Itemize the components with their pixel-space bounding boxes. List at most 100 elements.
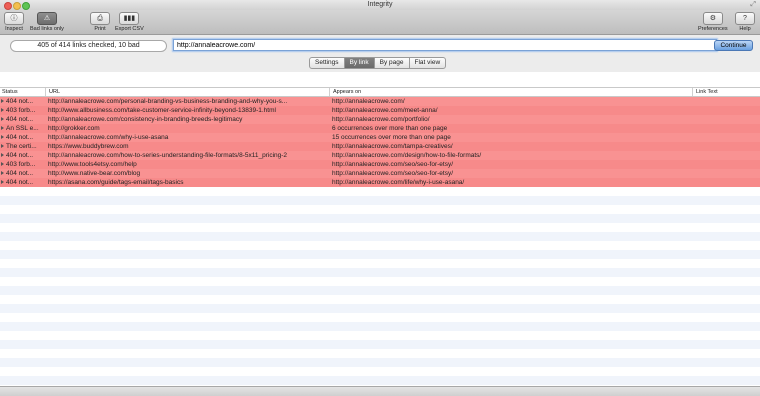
status-cell: 404 not... bbox=[1, 97, 45, 106]
disclosure-triangle-icon[interactable] bbox=[1, 135, 4, 140]
close-window-button[interactable] bbox=[4, 2, 12, 10]
disclosure-triangle-icon[interactable] bbox=[1, 99, 4, 104]
appears-on-cell: http://annaleacrowe.com/portfolio/ bbox=[332, 116, 430, 123]
scan-status: 405 of 414 links checked, 10 bad bbox=[10, 40, 167, 52]
appears-on-cell: http://annaleacrowe.com/ bbox=[332, 98, 405, 105]
view-tabs: Settings By link By page Flat view bbox=[309, 57, 447, 69]
disclosure-triangle-icon[interactable] bbox=[1, 171, 4, 176]
zoom-window-button[interactable] bbox=[22, 2, 30, 10]
fullscreen-icon[interactable]: ⤢ bbox=[750, 0, 756, 10]
url-cell: http://annaleacrowe.com/how-to-series-un… bbox=[48, 152, 288, 159]
column-header-appears-on[interactable]: Appears on bbox=[333, 88, 361, 96]
empty-row bbox=[0, 196, 760, 205]
url-cell: http://annaleacrowe.com/personal-brandin… bbox=[48, 98, 288, 105]
empty-row bbox=[0, 358, 760, 367]
disclosure-triangle-icon[interactable] bbox=[1, 108, 4, 113]
table-row[interactable]: 404 not... http://annaleacrowe.com/why-i-… bbox=[0, 133, 760, 142]
window-title: Integrity bbox=[367, 1, 393, 8]
column-header-status[interactable]: Status bbox=[2, 88, 18, 96]
table-header: Status URL Appears on Link Text bbox=[0, 87, 760, 97]
status-text: 404 not... bbox=[6, 170, 34, 177]
help-button[interactable]: ? Help bbox=[735, 12, 755, 32]
empty-row bbox=[0, 304, 760, 313]
scan-controls: 405 of 414 links checked, 10 bad Continu… bbox=[0, 35, 760, 72]
table-row[interactable]: 403 forb... http://www.tools4etsy.com/hel… bbox=[0, 160, 760, 169]
empty-row bbox=[0, 349, 760, 358]
status-cell: 404 not... bbox=[1, 169, 45, 178]
tab-flat-view[interactable]: Flat view bbox=[410, 58, 446, 68]
appears-on-cell: http://annaleacrowe.com/life/why-i-use-a… bbox=[332, 179, 465, 186]
url-cell: http://grokker.com bbox=[48, 125, 100, 132]
status-cell: 403 forb... bbox=[1, 160, 45, 169]
minimize-window-button[interactable] bbox=[13, 2, 21, 10]
appears-on-cell: http://annaleacrowe.com/seo/seo-for-etsy… bbox=[332, 161, 454, 168]
disclosure-triangle-icon[interactable] bbox=[1, 162, 4, 167]
empty-row bbox=[0, 250, 760, 259]
status-cell: 404 not... bbox=[1, 133, 45, 142]
empty-row bbox=[0, 205, 760, 214]
disclosure-triangle-icon[interactable] bbox=[1, 117, 4, 122]
empty-row bbox=[0, 313, 760, 322]
inspect-icon: ⓘ bbox=[4, 12, 24, 25]
print-icon: ⎙ bbox=[90, 12, 110, 25]
empty-row bbox=[0, 223, 760, 232]
column-divider[interactable] bbox=[45, 88, 46, 96]
disclosure-triangle-icon[interactable] bbox=[1, 126, 4, 131]
empty-row bbox=[0, 214, 760, 223]
url-input[interactable] bbox=[173, 39, 717, 51]
disclosure-triangle-icon[interactable] bbox=[1, 153, 4, 158]
continue-button[interactable]: Continue bbox=[714, 40, 753, 51]
status-text: 404 not... bbox=[6, 116, 34, 123]
url-cell: http://annaleacrowe.com/consistency-in-b… bbox=[48, 116, 243, 123]
tab-by-page[interactable]: By page bbox=[375, 58, 410, 68]
status-text: 404 not... bbox=[6, 179, 34, 186]
tab-by-link[interactable]: By link bbox=[344, 58, 375, 68]
table-row[interactable]: 404 not... https://asana.com/guide/tags-e… bbox=[0, 178, 760, 187]
status-text: 403 forb... bbox=[6, 161, 36, 168]
column-divider[interactable] bbox=[329, 88, 330, 96]
appears-on-cell: http://annaleacrowe.com/design/how-to-fi… bbox=[332, 152, 482, 159]
export-csv-label: Export CSV bbox=[115, 26, 144, 32]
empty-row bbox=[0, 331, 760, 340]
table-row[interactable]: 404 not... http://annaleacrowe.com/consis… bbox=[0, 115, 760, 124]
preferences-icon: ⚙ bbox=[702, 12, 723, 25]
table-row[interactable]: An SSL e... http://grokker.com 6 occurrenc… bbox=[0, 124, 760, 133]
empty-row bbox=[0, 286, 760, 295]
appears-on-cell: http://annaleacrowe.com/meet-anna/ bbox=[332, 107, 438, 114]
table-row[interactable]: 404 not... http://annaleacrowe.com/person… bbox=[0, 97, 760, 106]
results-table: Status URL Appears on Link Text 404 not.… bbox=[0, 87, 760, 386]
table-row[interactable]: 404 not... http://annaleacrowe.com/how-to… bbox=[0, 151, 760, 160]
column-divider[interactable] bbox=[692, 88, 693, 96]
column-header-url[interactable]: URL bbox=[49, 88, 60, 96]
disclosure-triangle-icon[interactable] bbox=[1, 180, 4, 185]
appears-on-cell: http://annaleacrowe.com/seo/seo-for-etsy… bbox=[332, 170, 454, 177]
table-row[interactable]: The certi... https://www.buddybrew.com htt… bbox=[0, 142, 760, 151]
url-cell: http://www.tools4etsy.com/help bbox=[48, 161, 137, 168]
url-cell: https://www.buddybrew.com bbox=[48, 143, 129, 150]
print-button[interactable]: ⎙ Print bbox=[90, 12, 110, 32]
status-text: 404 not... bbox=[6, 152, 34, 159]
url-cell: http://www.allbusiness.com/take-customer… bbox=[48, 107, 276, 114]
column-header-link-text[interactable]: Link Text bbox=[696, 88, 718, 96]
help-label: Help bbox=[739, 26, 751, 32]
title-bar: Integrity ⤢ bbox=[0, 0, 760, 10]
empty-row bbox=[0, 295, 760, 304]
empty-row bbox=[0, 367, 760, 376]
status-cell: 404 not... bbox=[1, 115, 45, 124]
inspect-button[interactable]: ⓘ Inspect bbox=[4, 12, 24, 32]
status-cell: 404 not... bbox=[1, 151, 45, 160]
empty-row bbox=[0, 259, 760, 268]
status-cell: 403 forb... bbox=[1, 106, 45, 115]
empty-row bbox=[0, 268, 760, 277]
export-csv-button[interactable]: ▮▮▮ Export CSV bbox=[115, 12, 144, 32]
table-row[interactable]: 404 not... http://www.native-bear.com/blo… bbox=[0, 169, 760, 178]
bad-links-only-button[interactable]: ⚠ Bad links only bbox=[30, 12, 64, 32]
empty-row bbox=[0, 277, 760, 286]
bad-links-icon: ⚠ bbox=[36, 12, 57, 25]
toolbar: ⓘ Inspect ⚠ Bad links only ⎙ Print ▮▮▮ E… bbox=[0, 10, 760, 35]
preferences-button[interactable]: ⚙ Preferences bbox=[698, 12, 728, 32]
table-row[interactable]: 403 forb... http://www.allbusiness.com/ta… bbox=[0, 106, 760, 115]
url-cell: https://asana.com/guide/tags-email/tags-… bbox=[48, 179, 184, 186]
disclosure-triangle-icon[interactable] bbox=[1, 144, 4, 149]
tab-settings[interactable]: Settings bbox=[310, 58, 345, 68]
